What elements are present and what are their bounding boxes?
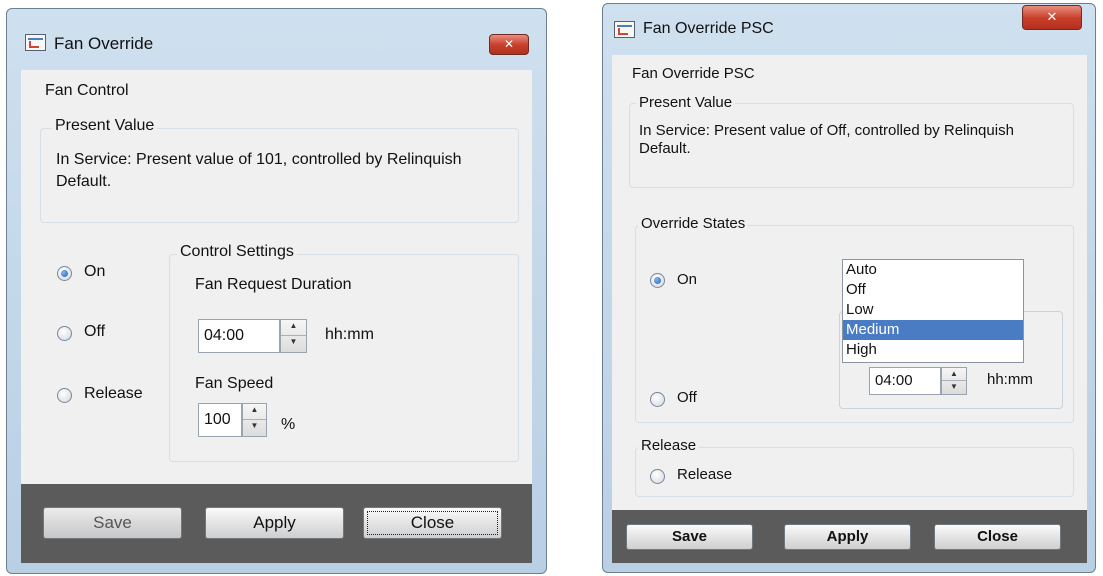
release-radio[interactable] [57,388,72,403]
dropdown-option[interactable]: Auto [843,260,1023,280]
close-button[interactable]: Close [363,507,502,539]
on-label[interactable]: On [84,263,105,281]
header-label: Fan Override PSC [632,65,755,82]
duration-unit: hh:mm [987,371,1033,388]
apply-button[interactable]: Apply [784,524,911,550]
on-radio[interactable] [57,266,72,281]
dropdown-option[interactable]: High [843,340,1023,360]
duration-spinner[interactable]: ▲ ▼ [280,319,307,353]
app-icon [614,21,635,38]
save-button[interactable]: Save [626,524,753,550]
title-bar[interactable]: Fan Override ✕ [6,8,547,55]
header-label: Fan Control [45,82,129,99]
spin-down-icon[interactable]: ▼ [942,381,966,394]
duration-spinner[interactable]: ▲ ▼ [941,367,967,395]
dropdown-option-selected[interactable]: Medium [843,320,1023,340]
present-value-legend: Present Value [636,94,736,111]
button-bar: Save Apply Close [612,510,1087,563]
spin-up-icon[interactable]: ▲ [281,320,306,336]
close-icon[interactable]: ✕ [1022,5,1082,30]
fan-override-psc-dialog: Fan Override PSC ✕ Fan Override PSC Pres… [602,3,1096,573]
close-icon[interactable]: ✕ [489,34,529,55]
off-radio[interactable] [650,392,665,407]
present-value-legend: Present Value [52,117,158,135]
release-label[interactable]: Release [84,385,143,403]
dialog-client-area: Fan Control Present Value In Service: Pr… [21,70,532,484]
off-radio[interactable] [57,326,72,341]
on-radio[interactable] [650,273,665,288]
duration-input[interactable]: 04:00 [869,367,941,395]
title-bar[interactable]: Fan Override PSC ✕ [602,3,1096,47]
spin-up-icon[interactable]: ▲ [243,404,266,420]
off-label[interactable]: Off [84,323,105,341]
fan-speed-spinner[interactable]: ▲ ▼ [242,403,267,437]
dialog-client-area: Fan Override PSC Present Value In Servic… [612,55,1087,510]
release-radio[interactable] [650,469,665,484]
on-label[interactable]: On [677,271,697,288]
spin-down-icon[interactable]: ▼ [281,336,306,352]
window-title: Fan Override PSC [643,20,774,37]
fan-state-dropdown-list[interactable]: Auto Off Low Medium High [842,259,1024,363]
fan-speed-label: Fan Speed [195,375,274,392]
override-states-legend: Override States [638,215,749,232]
release-legend: Release [638,437,700,454]
save-button[interactable]: Save [43,507,182,539]
fan-override-dialog: Fan Override ✕ Fan Control Present Value… [6,8,547,574]
off-label[interactable]: Off [677,389,697,406]
spin-down-icon[interactable]: ▼ [243,420,266,436]
present-value-text: In Service: Present value of 101, contro… [56,151,462,190]
release-label[interactable]: Release [677,466,732,483]
fan-speed-input[interactable]: 100 [198,403,242,437]
duration-unit: hh:mm [325,326,374,343]
dropdown-option[interactable]: Off [843,280,1023,300]
app-icon [25,34,46,51]
close-button[interactable]: Close [934,524,1061,550]
control-settings-legend: Control Settings [177,243,297,261]
duration-input[interactable]: 04:00 [198,319,280,353]
fan-speed-unit: % [281,416,296,433]
spin-up-icon[interactable]: ▲ [942,368,966,381]
present-value-text: In Service: Present value of Off, contro… [639,122,1014,157]
fan-request-duration-label: Fan Request Duration [195,276,352,293]
button-bar: Save Apply Close [21,484,532,563]
dropdown-option[interactable]: Low [843,300,1023,320]
apply-button[interactable]: Apply [205,507,344,539]
window-title: Fan Override [54,34,154,53]
